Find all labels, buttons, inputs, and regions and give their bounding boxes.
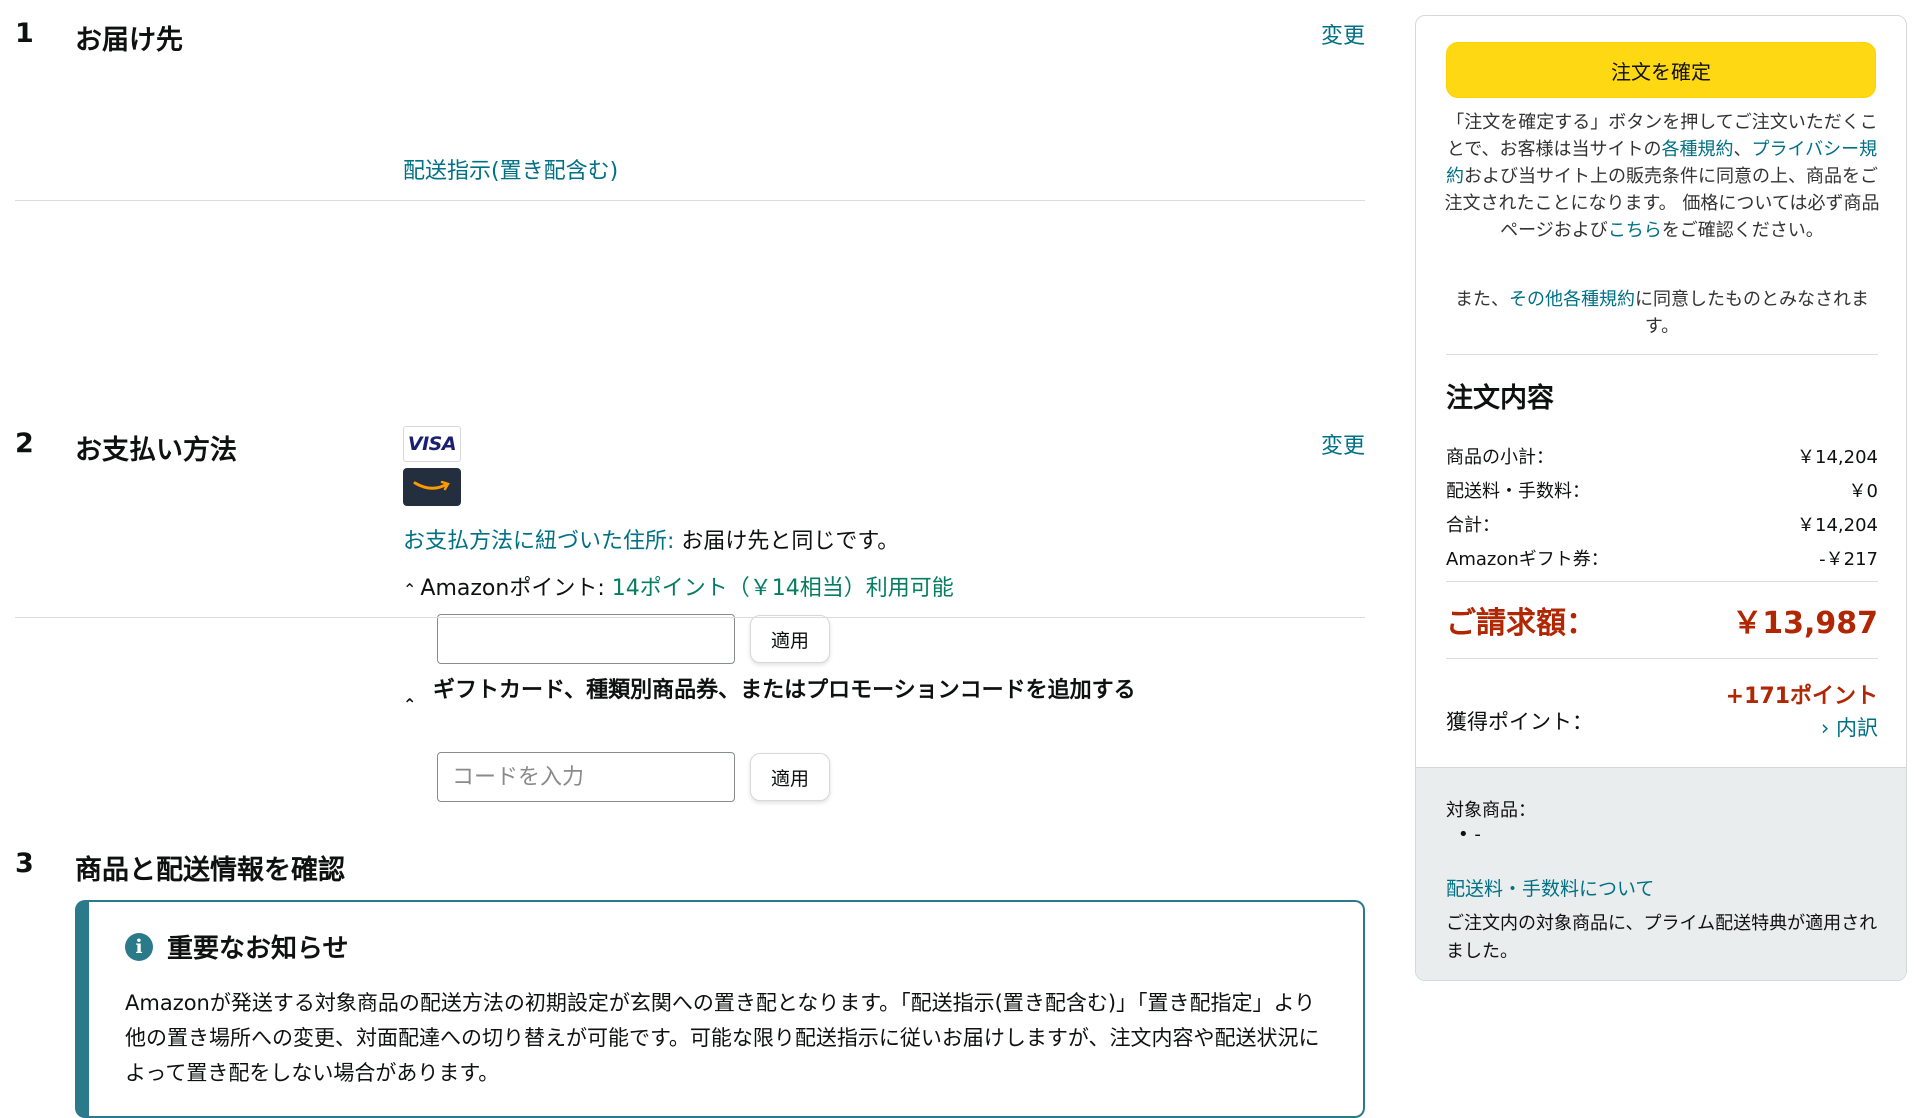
summary-divider	[1446, 354, 1878, 355]
points-label: Amazonポイント:	[420, 576, 612, 601]
gift-code-toggle[interactable]: ⌃ ギフトカード、種類別商品券、またはプロモーションコードを追加する	[403, 674, 1163, 714]
summary-row: 合計： ￥14,204	[1446, 511, 1878, 537]
billing-address-text: お届け先と同じです。	[674, 529, 900, 554]
important-notice: i 重要なお知らせ Amazonが発送する対象商品の配送方法の初期設定が玄関への…	[75, 900, 1365, 1118]
points-available: 14ポイント（￥14相当）利用可能	[611, 576, 954, 601]
section-divider	[15, 200, 1365, 201]
summary-row: 商品の小計： ￥14,204	[1446, 443, 1878, 469]
shipping-fee-link[interactable]: 配送料・手数料について	[1446, 874, 1654, 901]
change-delivery-link[interactable]: 変更	[1321, 18, 1365, 50]
step-number: 3	[15, 848, 34, 879]
summary-divider	[1446, 658, 1878, 659]
summary-row: 配送料・手数料： ￥0	[1446, 477, 1878, 503]
order-total-label: ご請求額：	[1446, 606, 1596, 641]
prime-note: ご注文内の対象商品に、プライム配送特典が適用されました。	[1446, 913, 1878, 962]
other-terms-text: また、その他各種規約に同意したものとみなされます。	[1444, 286, 1880, 340]
step-number: 1	[15, 18, 34, 49]
prime-shipping-box: 対象商品： • - 配送料・手数料について ご注文内の対象商品に、プライム配送特…	[1416, 767, 1906, 980]
price-info-link[interactable]: こちら	[1608, 220, 1662, 241]
terms-link[interactable]: 各種規約	[1662, 139, 1734, 160]
payment-title: お支払い方法	[75, 435, 237, 466]
delivery-section: 1 お届け先 変更 配送指示(置き配含む)	[15, 0, 1365, 200]
caret-up-icon: ⌃	[403, 695, 417, 714]
amazon-card-icon	[403, 468, 461, 506]
billing-address-link[interactable]: お支払方法に紐づいた住所:	[403, 529, 674, 554]
terms-text: 「注文を確定する」ボタンを押してご注文いただくことで、お客様は当サイトの各種規約…	[1444, 109, 1880, 244]
apply-points-button[interactable]: 適用	[750, 615, 830, 663]
section-divider	[15, 617, 1365, 618]
row-label: 商品の小計：	[1446, 447, 1554, 468]
notice-body: Amazonが発送する対象商品の配送方法の初期設定が玄関への置き配となります。「…	[125, 991, 1320, 1085]
summary-row: Amazonギフト券： -￥217	[1446, 545, 1878, 571]
caret-up-icon: ⌃	[403, 579, 417, 599]
points-breakdown-link[interactable]: › 内訳	[1821, 712, 1878, 742]
promo-code-input[interactable]	[437, 752, 735, 802]
earned-points-label: 獲得ポイント：	[1446, 710, 1593, 734]
terms-text-part: をご確認ください。	[1661, 220, 1824, 241]
change-payment-link[interactable]: 変更	[1321, 428, 1365, 460]
delivery-instructions-link[interactable]: 配送指示(置き配含む)	[403, 153, 618, 185]
order-summary-title: 注文内容	[1446, 383, 1554, 414]
points-toggle[interactable]: ⌃ Amazonポイント: 14ポイント（￥14相当）利用可能	[403, 570, 954, 602]
row-label: 配送料・手数料：	[1446, 481, 1590, 502]
gift-code-label: ギフトカード、種類別商品券、またはプロモーションコードを追加する	[433, 678, 1136, 703]
terms-text-part: また、	[1455, 289, 1509, 310]
row-value: -￥217	[1819, 549, 1878, 570]
info-icon: i	[125, 932, 153, 961]
terms-text-part: に同意したものとみなされます。	[1635, 289, 1869, 337]
delivery-title: お届け先	[75, 25, 183, 56]
checkout-main: 1 お届け先 変更 配送指示(置き配含む) 2 お支払い方法 変更 VISA お…	[15, 0, 1365, 1118]
summary-divider	[1446, 581, 1878, 582]
order-total-value: ￥13,987	[1732, 606, 1878, 641]
review-title: 商品と配送情報を確認	[75, 855, 345, 886]
row-value: ￥14,204	[1797, 447, 1878, 468]
other-terms-link[interactable]: その他各種規約	[1509, 289, 1635, 310]
notice-title: 重要なお知らせ	[167, 934, 349, 964]
order-total-row: ご請求額： ￥13,987	[1446, 598, 1878, 642]
earned-points-value: +171ポイント	[1725, 684, 1878, 709]
row-value: ￥0	[1848, 481, 1878, 502]
visa-card-icon: VISA	[403, 426, 461, 462]
row-label: Amazonギフト券：	[1446, 549, 1609, 570]
row-value: ￥14,204	[1797, 515, 1878, 536]
eligible-items-label: 対象商品：	[1446, 800, 1536, 821]
order-summary-panel: 注文を確定 「注文を確定する」ボタンを押してご注文いただくことで、お客様は当サイ…	[1415, 15, 1907, 981]
eligible-items-bullet: • -	[1458, 824, 1481, 845]
place-order-button[interactable]: 注文を確定	[1446, 42, 1876, 98]
apply-code-button[interactable]: 適用	[750, 753, 830, 801]
points-input[interactable]	[437, 614, 735, 664]
step-number: 2	[15, 428, 34, 459]
notice-header: i 重要なお知らせ	[125, 928, 348, 965]
terms-text-part: 、	[1733, 139, 1752, 160]
billing-address-line: お支払方法に紐づいた住所: お届け先と同じです。	[403, 523, 899, 555]
row-label: 合計：	[1446, 515, 1500, 536]
